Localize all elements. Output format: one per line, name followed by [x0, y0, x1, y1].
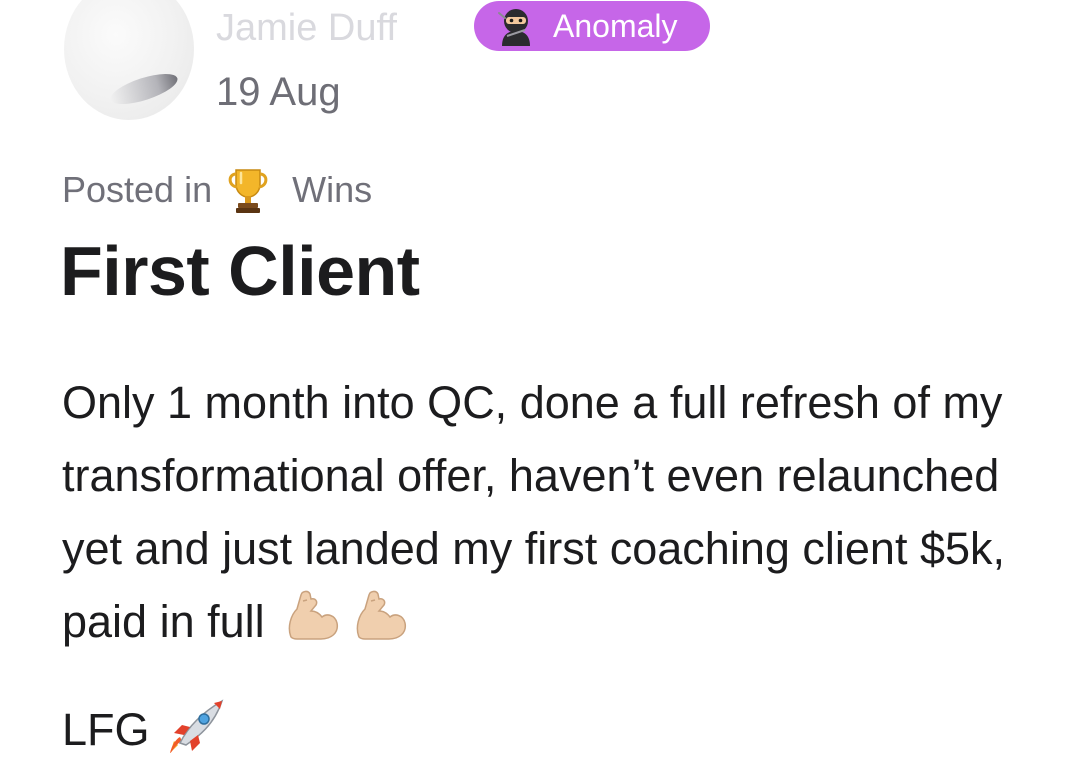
- author-avatar[interactable]: [64, 0, 194, 120]
- category-name[interactable]: Wins: [292, 166, 372, 214]
- closing-text: LFG: [62, 704, 150, 755]
- post-category: Posted in Wins: [62, 166, 372, 214]
- badge-label: Anomaly: [553, 8, 678, 44]
- member-badge: Anomaly: [474, 1, 710, 51]
- avatar-photo-detail: [107, 67, 181, 111]
- author-name[interactable]: Jamie Duff: [216, 8, 397, 48]
- rocket-icon: [169, 699, 223, 753]
- trophy-icon: [228, 169, 268, 213]
- post-body: Only 1 month into QC, done a full refres…: [62, 366, 1057, 658]
- post-body-text: Only 1 month into QC, done a full refres…: [62, 377, 1006, 647]
- post-date: 19 Aug: [216, 70, 341, 114]
- flexed-biceps-icon: [288, 590, 338, 640]
- posted-in-label: Posted in: [62, 169, 213, 210]
- post-closing: LFG: [62, 693, 228, 766]
- flexed-biceps-icon: [356, 590, 406, 640]
- ninja-icon: [498, 9, 530, 46]
- post-title: First Client: [60, 232, 420, 310]
